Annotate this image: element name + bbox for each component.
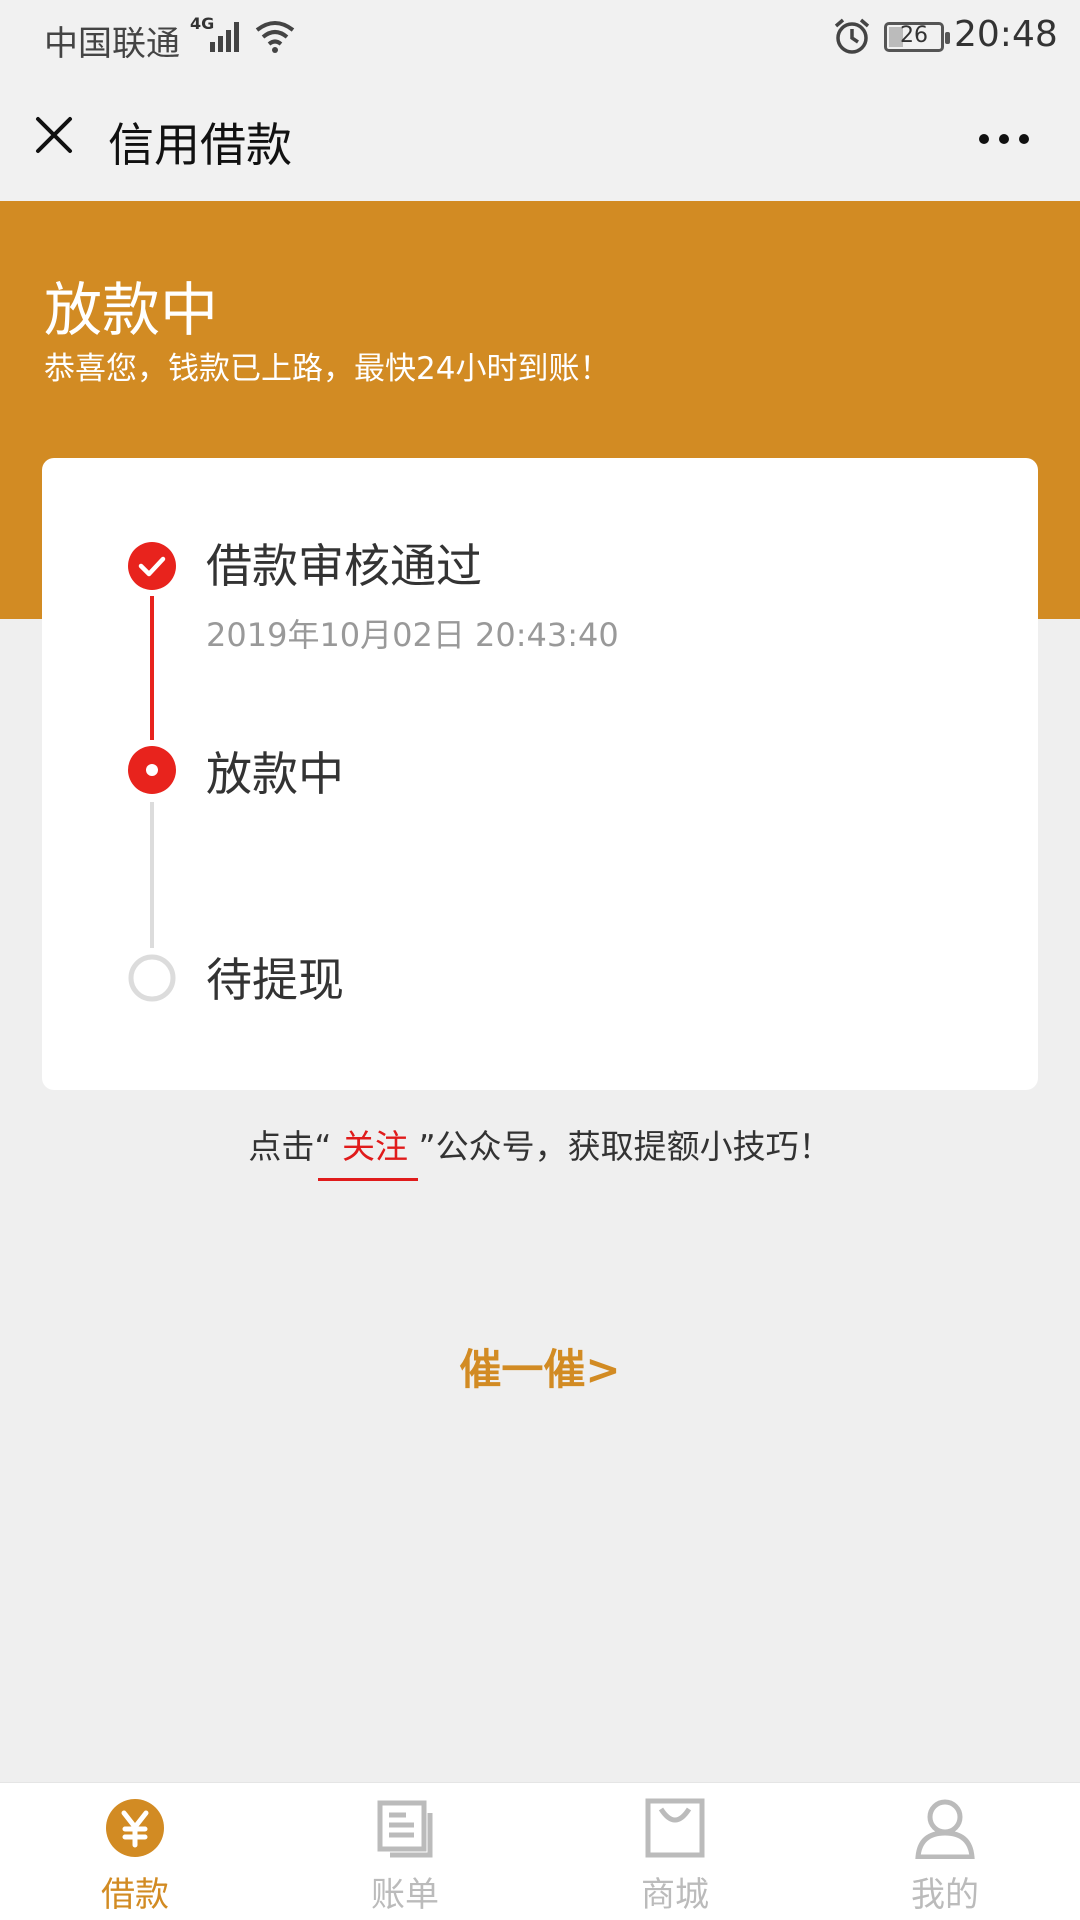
tab-label-loan: 借款	[101, 1875, 169, 1915]
tab-bar: 借款 账单 商城 我的	[0, 1782, 1080, 1920]
carrier-label: 中国联通	[44, 24, 180, 64]
tab-loan[interactable]: 借款	[0, 1783, 270, 1920]
check-circle-icon	[128, 542, 176, 590]
shop-icon	[645, 1798, 705, 1858]
close-icon[interactable]	[34, 115, 74, 155]
banner-subtitle: 恭喜您，钱款已上路，最快24小时到账！	[44, 351, 611, 387]
step-title-disbursing: 放款中	[206, 747, 344, 801]
user-icon	[915, 1799, 975, 1859]
pending-step-icon	[128, 954, 176, 1002]
app-screen: 中国联通 4G 26 20:48 信用借款 放款中 恭喜您，钱款已上路，最快24…	[0, 0, 1080, 1920]
alarm-icon	[834, 18, 870, 54]
tab-shop[interactable]: 商城	[540, 1783, 810, 1920]
tab-mine[interactable]: 我的	[810, 1783, 1080, 1920]
tab-bill[interactable]: 账单	[270, 1783, 540, 1920]
page-title: 信用借款	[108, 118, 292, 172]
battery-level: 26	[900, 23, 928, 48]
signal-icon	[210, 22, 239, 52]
step-title-approved: 借款审核通过	[206, 539, 482, 593]
urge-button[interactable]: 催一催>	[0, 1336, 1080, 1397]
step-time-approved: 2019年10月02日 20:43:40	[206, 616, 619, 654]
current-step-icon	[128, 746, 176, 794]
battery-icon: 26	[884, 22, 950, 52]
step-title-withdraw: 待提现	[206, 953, 344, 1007]
progress-card: 借款审核通过 2019年10月02日 20:43:40 放款中 待提现	[42, 458, 1038, 1090]
tab-label-shop: 商城	[641, 1875, 709, 1915]
title-bar: 信用借款	[0, 75, 1080, 201]
tip-suffix: ”公众号，获取提额小技巧！	[418, 1127, 832, 1166]
banner-title: 放款中	[44, 276, 219, 344]
more-icon[interactable]	[978, 133, 1030, 145]
tab-label-bill: 账单	[371, 1875, 439, 1915]
progress-line-pending	[150, 802, 154, 948]
follow-link-underline	[318, 1178, 418, 1181]
clock: 20:48	[954, 14, 1058, 55]
bill-icon	[377, 1800, 433, 1858]
follow-link[interactable]: 关注	[332, 1127, 419, 1166]
tip-prefix: 点击“	[248, 1127, 332, 1166]
progress-line-done	[150, 596, 154, 740]
wifi-icon	[255, 21, 295, 53]
follow-tip: 点击“ 关注 ”公众号，获取提额小技巧！	[0, 1120, 1080, 1168]
yen-icon	[106, 1799, 164, 1857]
tab-label-mine: 我的	[911, 1875, 979, 1915]
status-bar: 中国联通 4G 26 20:48	[0, 0, 1080, 75]
